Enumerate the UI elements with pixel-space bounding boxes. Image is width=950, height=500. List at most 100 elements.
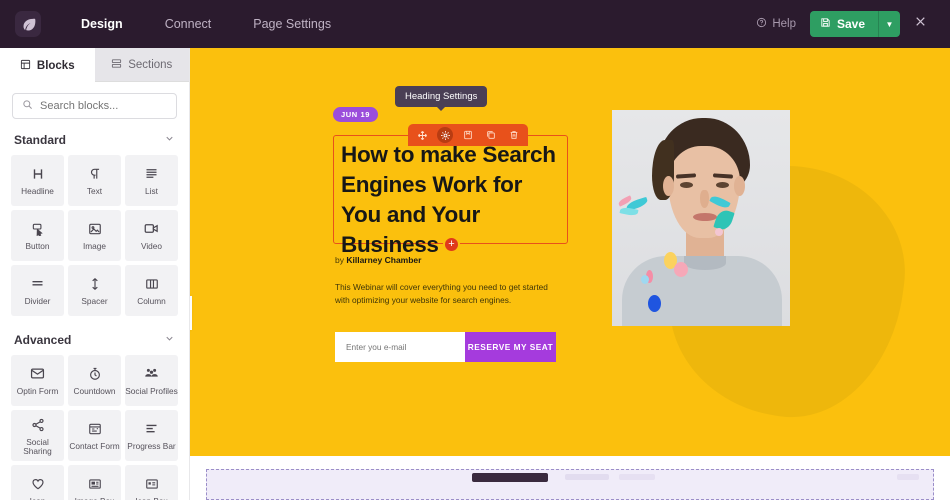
- page-builder-app: Design Connect Page Settings Help Save ▼…: [0, 0, 950, 500]
- photo-nose: [700, 190, 709, 208]
- block-image[interactable]: Image: [68, 210, 121, 261]
- block-label: Countdown: [73, 386, 116, 397]
- block-label: Spacer: [81, 296, 108, 307]
- form-icon: [88, 420, 102, 437]
- block-optin-form[interactable]: Optin Form: [11, 355, 64, 406]
- block-label: Image: [82, 241, 107, 252]
- photo-confetti-dot-2: [674, 262, 688, 277]
- block-label: Contact Form: [69, 441, 120, 452]
- dropzone-ghost-2: [619, 474, 655, 480]
- heading-settings-tooltip: Heading Settings: [395, 86, 488, 111]
- help-label: Help: [772, 18, 796, 30]
- standard-blocks-grid: Headline Text List Button Image Video Di…: [0, 155, 189, 316]
- photo-confetti-dot-4: [641, 275, 649, 284]
- pilcrow-icon: [88, 165, 102, 182]
- save-button-group: Save ▼: [809, 11, 900, 37]
- heading-block[interactable]: Heading Settings JUN 19 How to make Sear…: [333, 86, 568, 362]
- block-spacer[interactable]: Spacer: [68, 265, 121, 316]
- email-input[interactable]: [335, 332, 465, 362]
- page-canvas: ‹ Heading Settings JUN 19: [190, 48, 950, 500]
- block-label: Column: [137, 296, 166, 307]
- block-icon[interactable]: Icon: [11, 465, 64, 500]
- sidebar-tabs: Blocks Sections: [0, 48, 189, 82]
- help-button[interactable]: Help: [742, 17, 810, 31]
- canvas-gap: [190, 456, 950, 469]
- blocks-sidebar: Blocks Sections Search blocks... Standar…: [0, 48, 190, 500]
- top-bar-actions: Help Save ▼: [742, 0, 950, 48]
- hero-photo[interactable]: [612, 110, 790, 326]
- top-bar: Design Connect Page Settings Help Save ▼: [0, 0, 950, 48]
- block-column[interactable]: Column: [125, 265, 178, 316]
- hero-description: This Webinar will cover everything you n…: [335, 282, 548, 306]
- nav-item-connect[interactable]: Connect: [144, 0, 233, 48]
- block-button[interactable]: Button: [11, 210, 64, 261]
- tab-sections[interactable]: Sections: [94, 48, 189, 82]
- block-video[interactable]: Video: [125, 210, 178, 261]
- app-logo[interactable]: [0, 0, 56, 48]
- block-label: Social Sharing: [23, 437, 52, 456]
- block-image-box[interactable]: Image Box: [68, 465, 121, 500]
- section-title-standard: Standard: [14, 133, 67, 147]
- save-label: Save: [836, 17, 865, 31]
- nav-item-design[interactable]: Design: [60, 0, 144, 48]
- list-icon: [144, 165, 159, 182]
- close-button[interactable]: [900, 0, 940, 48]
- share-nodes-icon: [31, 416, 45, 433]
- block-countdown[interactable]: Countdown: [68, 355, 121, 406]
- search-icon: [22, 97, 33, 115]
- photo-ear-left: [663, 176, 674, 196]
- tab-sections-label: Sections: [128, 58, 173, 71]
- sections-icon: [111, 58, 122, 72]
- block-text[interactable]: Text: [68, 155, 121, 206]
- block-social-profiles[interactable]: Social Profiles: [125, 355, 178, 406]
- chevron-down-icon: [164, 333, 175, 347]
- block-label: Text: [86, 186, 103, 197]
- block-headline[interactable]: Headline: [11, 155, 64, 206]
- section-header-standard[interactable]: Standard: [0, 127, 189, 155]
- block-label: Button: [25, 241, 50, 252]
- envelope-icon: [30, 365, 45, 382]
- save-button[interactable]: Save: [809, 11, 878, 37]
- search-input[interactable]: [40, 100, 182, 112]
- block-progress-bar[interactable]: Progress Bar: [125, 410, 178, 461]
- divider-icon: [30, 275, 45, 292]
- photo-mouth: [693, 213, 717, 221]
- tab-blocks[interactable]: Blocks: [0, 48, 95, 82]
- photo-eye-left: [680, 182, 693, 188]
- block-contact-form[interactable]: Contact Form: [68, 410, 121, 461]
- blocks-grid-icon: [20, 59, 31, 73]
- photo-ear-right: [734, 176, 745, 196]
- section-title-advanced: Advanced: [14, 333, 72, 347]
- block-list[interactable]: List: [125, 155, 178, 206]
- spacer-arrows-icon: [88, 275, 102, 292]
- leaf-logo-icon: [15, 11, 41, 37]
- chevron-down-icon: [164, 133, 175, 147]
- chevron-down-icon: ▼: [885, 19, 894, 29]
- block-label: Divider: [24, 296, 51, 307]
- progress-bar-icon: [144, 420, 159, 437]
- stopwatch-icon: [88, 365, 102, 382]
- section-header-advanced[interactable]: Advanced: [0, 327, 189, 355]
- search-box[interactable]: [12, 93, 182, 119]
- sidebar-collapse-handle[interactable]: ‹: [190, 296, 192, 330]
- block-social-sharing[interactable]: Social Sharing: [11, 410, 64, 461]
- button-click-icon: [31, 220, 45, 237]
- video-camera-icon: [144, 220, 159, 237]
- date-badge: JUN 19: [333, 107, 379, 122]
- block-label: Headline: [21, 186, 54, 197]
- reserve-seat-button[interactable]: RESERVE MY SEAT: [465, 332, 556, 362]
- hero-section[interactable]: Heading Settings JUN 19 How to make Sear…: [190, 48, 950, 456]
- floppy-disk-icon: [820, 17, 831, 31]
- dropzone-ghost-1: [565, 474, 609, 480]
- block-label: Video: [140, 241, 163, 252]
- nav-item-page-settings[interactable]: Page Settings: [232, 0, 352, 48]
- plus-circle-icon[interactable]: +: [443, 236, 460, 253]
- block-divider[interactable]: Divider: [11, 265, 64, 316]
- block-icon-box[interactable]: Icon Box: [125, 465, 178, 500]
- advanced-blocks-grid: Optin Form Countdown Social Profiles Soc…: [0, 355, 189, 500]
- save-dropdown-toggle[interactable]: ▼: [878, 11, 900, 37]
- block-drop-zone[interactable]: [206, 469, 934, 500]
- people-group-icon: [144, 365, 159, 382]
- heart-icon: [31, 475, 45, 492]
